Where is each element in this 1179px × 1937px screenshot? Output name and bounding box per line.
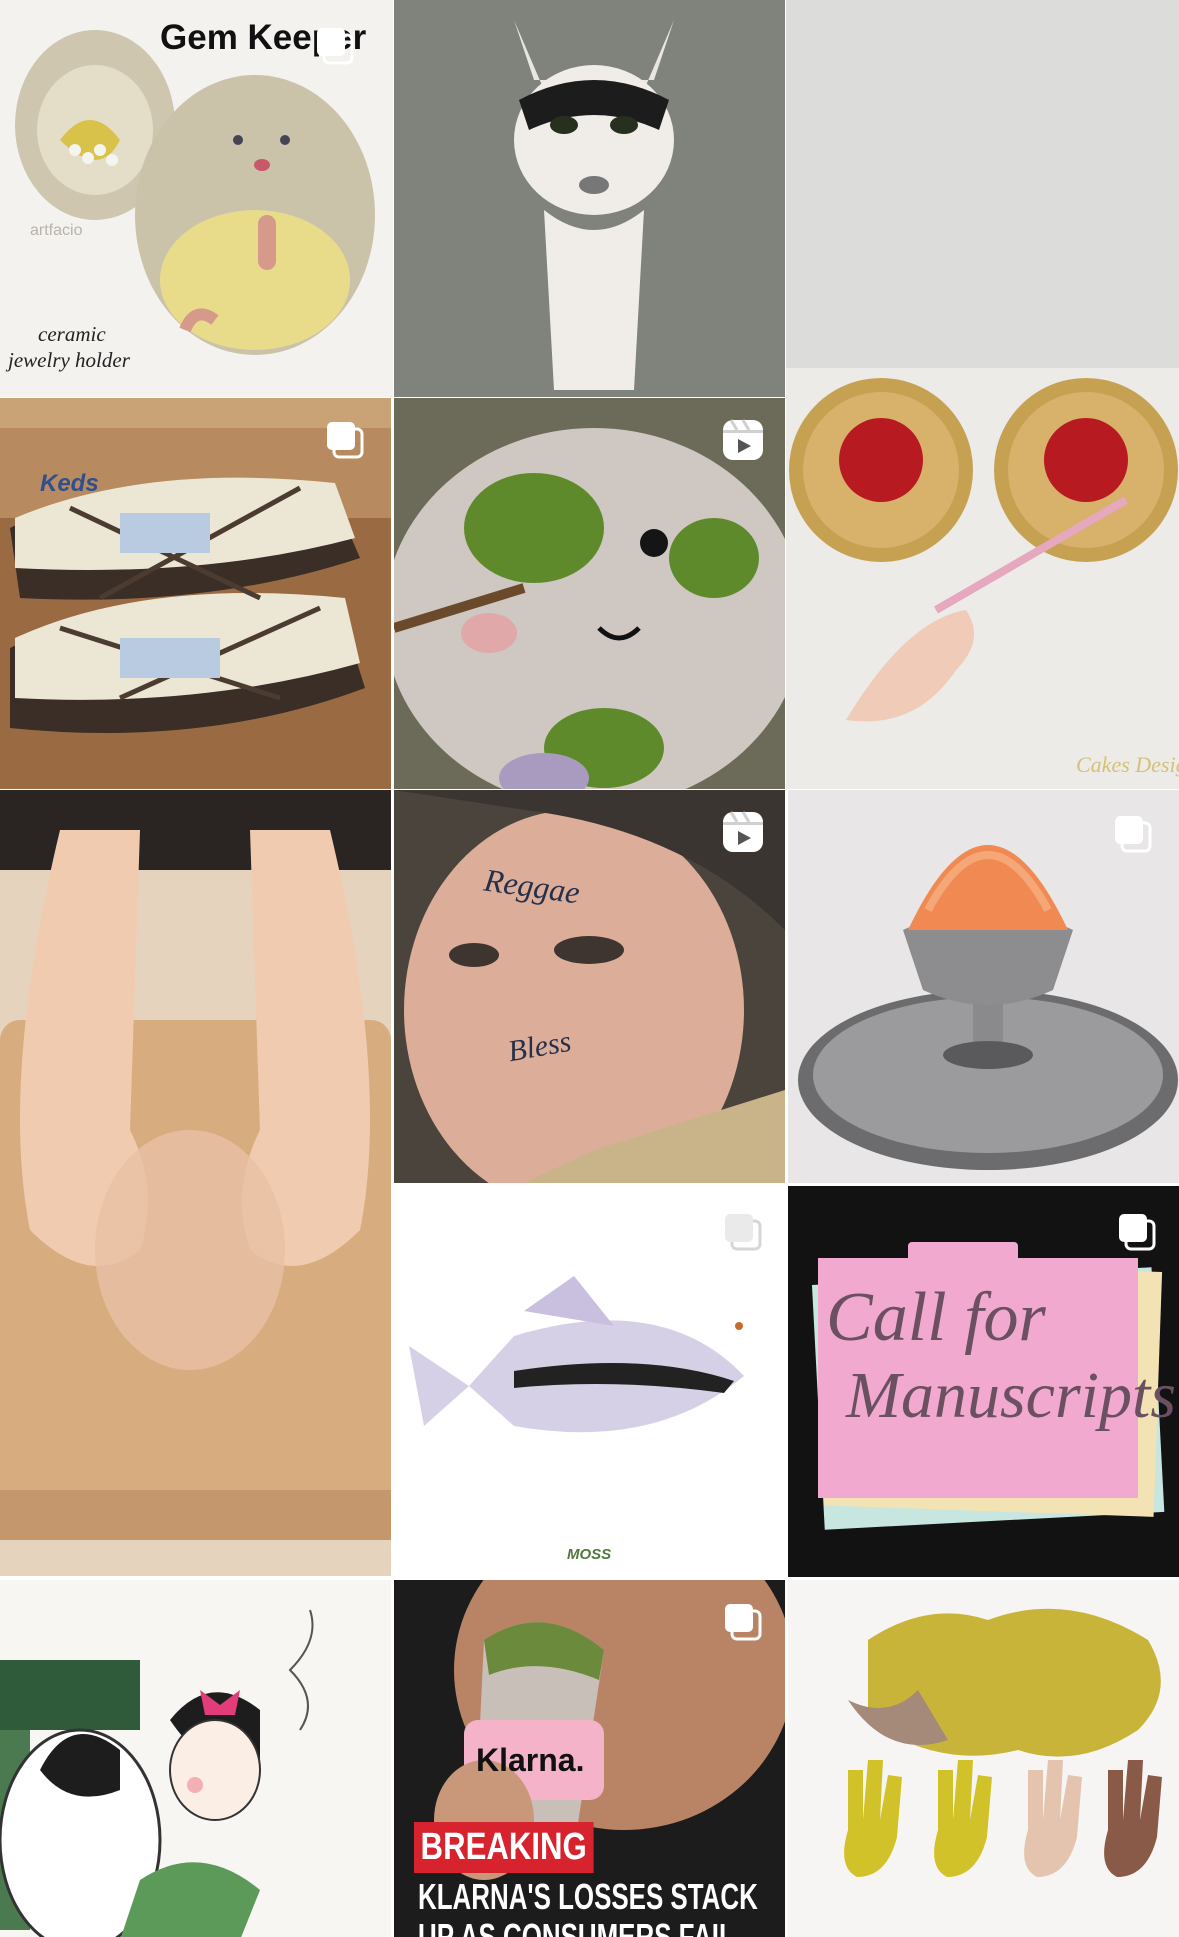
- headline-line1: KLARNA'S LOSSES STACK: [418, 1876, 758, 1917]
- carousel-icon: [723, 1602, 767, 1646]
- post-image: [394, 0, 785, 397]
- grid-post-cat-video[interactable]: [394, 0, 785, 397]
- gem-keeper-caption-line2: jewelry holder: [8, 348, 130, 372]
- grid-post-hands-cutting-board[interactable]: [0, 790, 391, 1576]
- reel-icon: [721, 810, 765, 854]
- grid-post-illustration-couple[interactable]: [0, 1580, 391, 1937]
- post-image: [0, 790, 391, 1576]
- breaking-label: BREAKING: [414, 1822, 594, 1873]
- keds-box-label: Keds: [40, 470, 99, 497]
- explore-grid: Gem Keeper artfacio ceramic jewelry hold…: [0, 0, 1179, 1937]
- grid-post-gem-keeper[interactable]: Gem Keeper artfacio ceramic jewelry hold…: [0, 0, 393, 397]
- post-image: [786, 0, 1179, 789]
- grid-post-keds-sneakers[interactable]: Keds: [0, 398, 391, 789]
- reel-icon: [721, 418, 765, 462]
- moss-label: MOSS: [567, 1546, 612, 1563]
- carousel-icon: [723, 1212, 767, 1256]
- grid-post-orange-dessert[interactable]: [788, 790, 1179, 1183]
- grid-post-face-tattoo[interactable]: Reggae Bless: [394, 790, 785, 1183]
- gem-keeper-caption-line1: ceramic: [38, 322, 106, 346]
- carousel-icon: [1113, 814, 1157, 858]
- grid-post-felt-creature[interactable]: [394, 398, 785, 789]
- headline-line2: UP AS CONSUMERS FAIL: [418, 1916, 735, 1937]
- carousel-icon: [1117, 1212, 1161, 1256]
- call-for-line1: Call for: [826, 1279, 1046, 1356]
- grid-post-yellow-sponge-hands[interactable]: [788, 1580, 1179, 1937]
- carousel-icon: [325, 420, 369, 464]
- klarna-wrapper-logo: Klarna.: [476, 1742, 585, 1778]
- grid-post-call-for-manuscripts[interactable]: Call for Manuscripts: [788, 1186, 1179, 1577]
- grid-post-halftone-fish[interactable]: MOSS: [394, 1186, 785, 1577]
- carousel-icon: [315, 26, 359, 70]
- cakes-design-watermark: Cakes Design: [1076, 752, 1179, 777]
- gem-keeper-watermark: artfacio: [30, 222, 83, 239]
- call-for-line2: Manuscripts: [846, 1359, 1176, 1432]
- post-image: [0, 1580, 391, 1937]
- grid-post-spaghetti-cake[interactable]: Cakes Design: [786, 0, 1179, 789]
- post-image: [788, 1580, 1179, 1937]
- grid-post-klarna-breaking[interactable]: Klarna. BREAKING KLARNA'S LOSSES STACK U…: [394, 1580, 785, 1937]
